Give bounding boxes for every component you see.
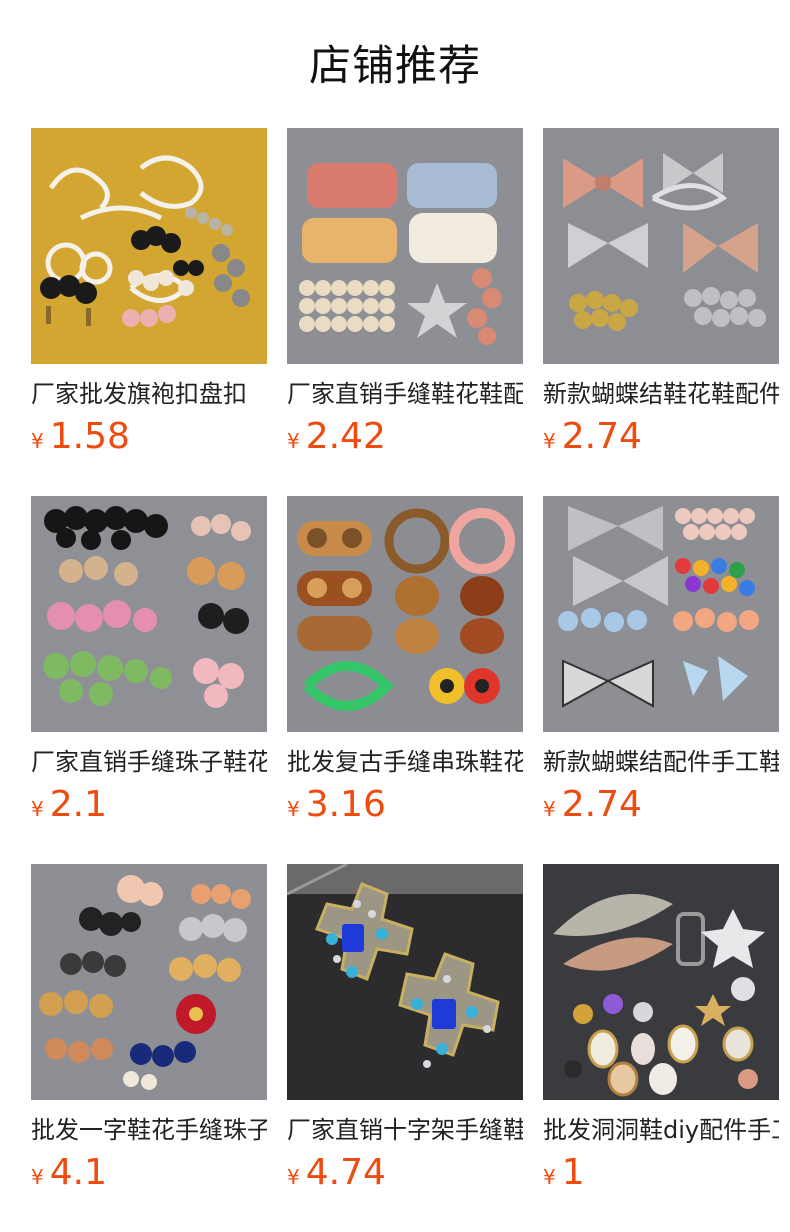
product-price: ¥4.1 [31, 1152, 267, 1194]
product-card[interactable]: 厂家直销手缝珠子鞋花 ¥2.1 [31, 496, 267, 826]
product-price: ¥3.16 [287, 784, 523, 826]
price-value: 4.1 [49, 1152, 107, 1193]
currency-symbol: ¥ [287, 1165, 300, 1189]
product-image[interactable] [31, 864, 267, 1100]
product-name[interactable]: 厂家直销十字架手缝鞋花 [287, 1114, 523, 1146]
currency-symbol: ¥ [287, 797, 300, 821]
product-name[interactable]: 厂家直销手缝珠子鞋花 [31, 746, 267, 778]
product-card[interactable]: 批发一字鞋花手缝珠子 ¥4.1 [31, 864, 267, 1194]
product-name[interactable]: 厂家直销手缝鞋花鞋配件 [287, 378, 523, 410]
product-image-mixed-flowers [31, 864, 267, 1100]
page-title: 店铺推荐 [308, 41, 481, 90]
product-image[interactable] [31, 496, 267, 732]
product-price: ¥2.74 [543, 784, 779, 826]
product-image-bows-beads [543, 496, 779, 732]
product-card[interactable]: 批发洞洞鞋diy配件手工 ¥1 [543, 864, 779, 1194]
product-image[interactable] [543, 128, 779, 364]
product-image-cross-patches [287, 864, 523, 1100]
product-card[interactable]: 厂家批发旗袍扣盘扣 ¥1.58 [31, 128, 267, 458]
product-name[interactable]: 批发一字鞋花手缝珠子 [31, 1114, 267, 1146]
product-price: ¥4.74 [287, 1152, 523, 1194]
product-image[interactable] [287, 128, 523, 364]
product-image[interactable] [287, 496, 523, 732]
currency-symbol: ¥ [31, 797, 44, 821]
product-image-rhinestone-bows [543, 128, 779, 364]
product-name[interactable]: 新款蝴蝶结鞋花鞋配件 [543, 378, 779, 410]
product-image[interactable] [543, 496, 779, 732]
currency-symbol: ¥ [543, 1165, 556, 1189]
currency-symbol: ¥ [543, 797, 556, 821]
product-price: ¥2.42 [287, 416, 523, 458]
price-value: 2.74 [561, 784, 642, 825]
price-value: 3.16 [305, 784, 386, 825]
product-image[interactable] [543, 864, 779, 1100]
product-image-sequin-pearl [287, 128, 523, 364]
currency-symbol: ¥ [543, 429, 556, 453]
price-value: 1 [561, 1152, 585, 1193]
product-image-beaded-clusters [31, 496, 267, 732]
price-value: 4.74 [305, 1152, 386, 1193]
product-image[interactable] [31, 128, 267, 364]
price-value: 2.74 [561, 416, 642, 457]
product-name[interactable]: 批发洞洞鞋diy配件手工 [543, 1114, 779, 1146]
price-value: 2.42 [305, 416, 386, 457]
product-card[interactable]: 批发复古手缝串珠鞋花 ¥3.16 [287, 496, 523, 826]
product-image-pankou [31, 128, 267, 364]
product-image-vintage-beaded [287, 496, 523, 732]
product-card[interactable]: 新款蝴蝶结配件手工鞋花 ¥2.74 [543, 496, 779, 826]
product-image-assorted-charms [543, 864, 779, 1100]
product-price: ¥2.74 [543, 416, 779, 458]
price-value: 1.58 [49, 416, 130, 457]
currency-symbol: ¥ [31, 1165, 44, 1189]
product-price: ¥1 [543, 1152, 779, 1194]
currency-symbol: ¥ [287, 429, 300, 453]
currency-symbol: ¥ [31, 429, 44, 453]
product-price: ¥1.58 [31, 416, 267, 458]
product-image[interactable] [287, 864, 523, 1100]
product-card[interactable]: 厂家直销手缝鞋花鞋配件 ¥2.42 [287, 128, 523, 458]
product-name[interactable]: 批发复古手缝串珠鞋花 [287, 746, 523, 778]
product-card[interactable]: 厂家直销十字架手缝鞋花 ¥4.74 [287, 864, 523, 1194]
product-name[interactable]: 厂家批发旗袍扣盘扣 [31, 378, 267, 410]
product-price: ¥2.1 [31, 784, 267, 826]
product-card[interactable]: 新款蝴蝶结鞋花鞋配件 ¥2.74 [543, 128, 779, 458]
price-value: 2.1 [49, 784, 107, 825]
product-name[interactable]: 新款蝴蝶结配件手工鞋花 [543, 746, 779, 778]
